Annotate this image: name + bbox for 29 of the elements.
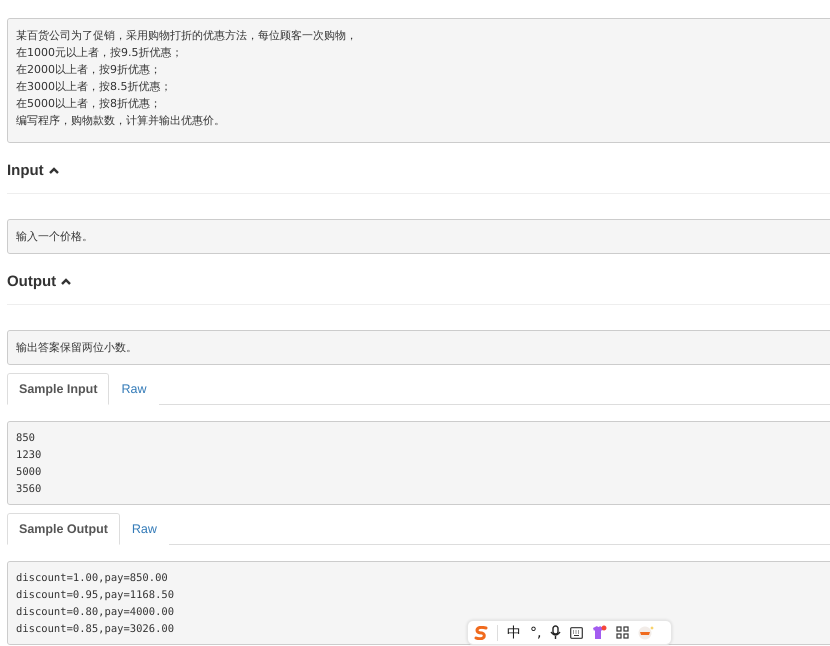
punctuation-toggle[interactable]: °, [530, 626, 542, 640]
code-line: discount=1.00,pay=850.00 [16, 571, 168, 586]
microphone-icon[interactable] [550, 625, 562, 640]
logo-icon[interactable] [474, 626, 488, 640]
grid-icon[interactable] [616, 626, 630, 639]
section-text: 输入一个价格。 [16, 229, 93, 245]
tab[interactable]: Sample Output [7, 513, 120, 545]
section-heading: Output [7, 272, 56, 290]
keyboard-icon[interactable] [570, 626, 584, 638]
section-heading: Input [7, 162, 44, 178]
input-mode-toggle[interactable]: 中 [507, 626, 521, 640]
description-line: 在3000以上者，按8.5折优惠； [16, 79, 172, 95]
caret-up-icon[interactable] [61, 278, 72, 284]
tab[interactable]: Sample Input [7, 373, 110, 405]
code-line: discount=0.85,pay=3026.00 [16, 622, 174, 637]
description-line: 编写程序，购物款数，计算并输出优惠价。 [16, 113, 225, 129]
code-line: discount=0.80,pay=4000.00 [16, 605, 174, 620]
code-line: 850 [16, 431, 35, 446]
description-line: 在1000元以上者，按9.5折优惠； [16, 45, 182, 61]
shirt-icon[interactable] [592, 625, 608, 640]
description-line: 在2000以上者，按9折优惠； [16, 62, 161, 78]
code-line: discount=0.95,pay=1168.50 [16, 588, 174, 603]
section-text: 输出答案保留两位小数。 [16, 340, 137, 356]
caret-up-icon[interactable] [48, 166, 59, 174]
description-line: 在5000以上者，按8折优惠； [16, 96, 161, 112]
code-line: 3560 [16, 482, 42, 497]
code-line: 1230 [16, 448, 42, 463]
description-line: 某百货公司为了促销，采用购物打折的优惠方法，每位顾客一次购物， [16, 28, 357, 44]
code-line: 5000 [16, 465, 42, 480]
